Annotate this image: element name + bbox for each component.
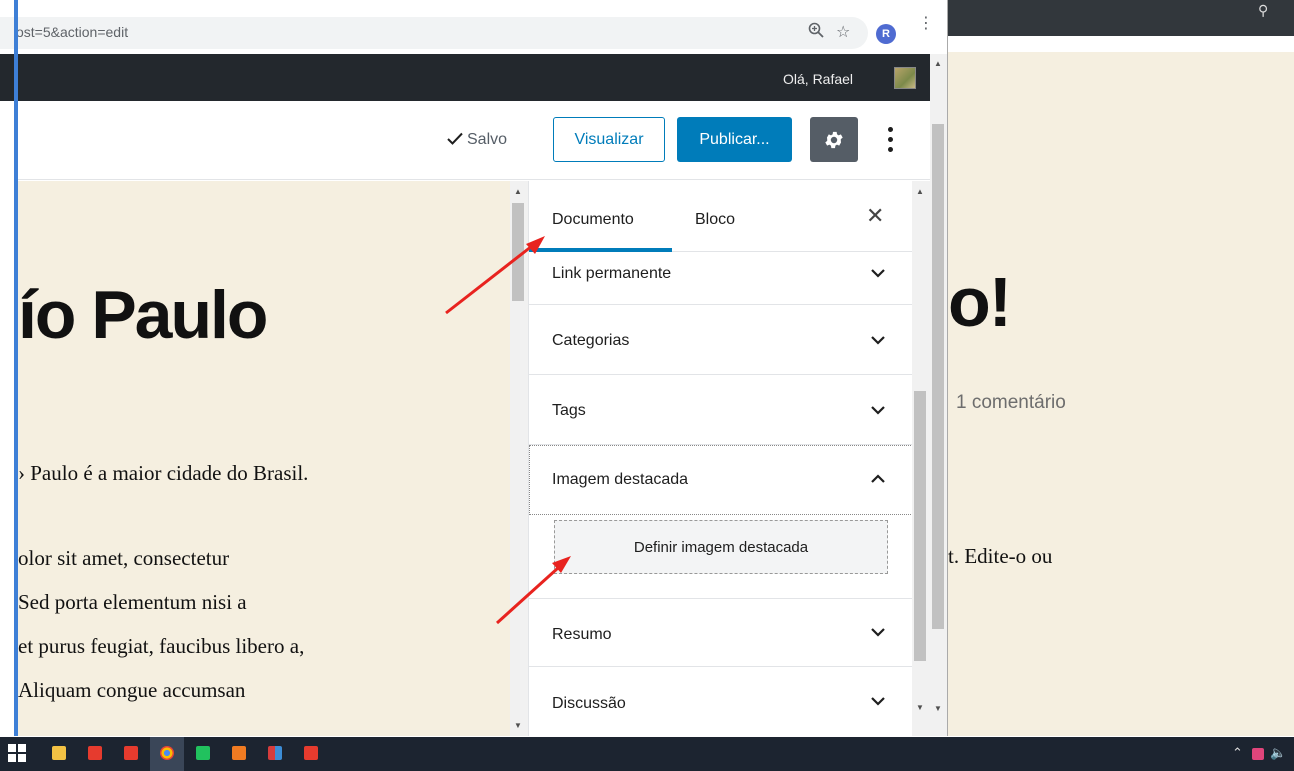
saved-label: Salvo (467, 131, 508, 148)
settings-sidebar: Documento Bloco ✕ Link permanente Catego… (528, 181, 912, 736)
preview-button[interactable]: Visualizar (553, 117, 665, 162)
paragraph-block[interactable]: et purus feugiat, faucibus libero a, (18, 634, 304, 659)
scroll-up-icon[interactable]: ▲ (514, 187, 522, 196)
url-text[interactable]: ost=5&action=edit (16, 24, 128, 40)
check-icon (447, 132, 463, 145)
sidebar-scrollbar[interactable]: ▲ ▼ (912, 181, 930, 736)
scrollbar-thumb[interactable] (512, 203, 524, 301)
panel-featured-image[interactable]: Imagem destacada (529, 445, 912, 515)
admin-greeting[interactable]: Olá, Rafael (783, 71, 853, 87)
gear-icon (825, 131, 843, 148)
panel-title[interactable]: Discussão (552, 695, 626, 713)
tray-app-icon[interactable] (1252, 748, 1264, 760)
set-featured-image-button[interactable]: Definir imagem destacada (554, 520, 888, 574)
scrollbar-thumb[interactable] (932, 124, 944, 629)
paragraph-block[interactable]: olor sit amet, consectetur (18, 546, 229, 571)
tray-expand-icon[interactable]: ⌃ (1232, 745, 1243, 761)
background-text: t. Edite-o ou (948, 544, 1053, 568)
scroll-up-icon[interactable]: ▲ (934, 59, 942, 68)
editor-canvas[interactable]: ío Paulo › Paulo é a maior cidade do Bra… (18, 181, 510, 736)
chevron-down-icon[interactable] (870, 265, 886, 281)
windows-start-icon[interactable] (8, 744, 26, 762)
paragraph-block[interactable]: Aliquam congue accumsan (18, 678, 245, 703)
browser-window: ost=5&action=edit ☆ R ⋮ Olá, Rafael Salv… (0, 0, 948, 736)
publish-button[interactable]: Publicar... (677, 117, 792, 162)
panel-discussion[interactable]: Discussão (529, 667, 912, 736)
panel-excerpt[interactable]: Resumo (529, 599, 912, 667)
scroll-down-icon[interactable]: ▼ (934, 704, 942, 713)
file-explorer-icon[interactable] (52, 746, 66, 760)
user-avatar[interactable] (894, 67, 916, 89)
chevron-up-icon[interactable] (870, 471, 886, 487)
taskbar-app-icon[interactable] (196, 746, 210, 760)
background-comment-count[interactable]: 1 comentário (956, 392, 1066, 414)
panel-categories[interactable]: Categorias (529, 305, 912, 375)
volume-icon[interactable]: 🔈 (1270, 745, 1286, 761)
zoom-icon[interactable] (808, 22, 824, 43)
taskbar-app-icon[interactable] (232, 746, 246, 760)
scroll-up-icon[interactable]: ▲ (916, 187, 924, 196)
zoom-icon: ⚲ (1258, 2, 1269, 18)
panel-title[interactable]: Tags (552, 402, 586, 420)
saved-status: Salvo (447, 131, 507, 149)
window-edge (14, 0, 18, 736)
chevron-down-icon[interactable] (870, 332, 886, 348)
paragraph-block[interactable]: › Paulo é a maior cidade do Brasil. (18, 461, 308, 486)
taskbar: ⌃ 🔈 (0, 737, 1294, 771)
address-bar[interactable] (0, 17, 868, 49)
sidebar-tabs: Documento Bloco ✕ (529, 181, 912, 252)
panel-title[interactable]: Imagem destacada (552, 471, 688, 489)
panel-title[interactable]: Link permanente (552, 265, 671, 283)
post-title[interactable]: ío Paulo (18, 276, 268, 354)
taskbar-app-icon[interactable] (124, 746, 138, 760)
chevron-down-icon[interactable] (870, 402, 886, 418)
panel-title[interactable]: Resumo (552, 626, 612, 644)
window-scrollbar[interactable]: ▲ ▼ (930, 54, 947, 736)
chevron-down-icon[interactable] (870, 693, 886, 709)
canvas-scrollbar[interactable]: ▲ ▼ (510, 181, 528, 736)
tab-document[interactable]: Documento (552, 211, 634, 229)
taskbar-app-icon[interactable] (268, 746, 282, 760)
panel-title[interactable]: Categorias (552, 332, 629, 350)
settings-button[interactable] (810, 117, 858, 162)
background-post-title: o! (948, 263, 1012, 341)
background-admin-bar (948, 0, 1294, 36)
more-options-button[interactable] (876, 121, 904, 159)
panel-permalink[interactable]: Link permanente (529, 252, 912, 305)
tab-block[interactable]: Bloco (695, 211, 735, 229)
taskbar-app-icon[interactable] (304, 746, 318, 760)
chrome-icon[interactable] (160, 746, 174, 760)
taskbar-app-icon[interactable] (88, 746, 102, 760)
scroll-down-icon[interactable]: ▼ (514, 721, 522, 730)
panel-tags[interactable]: Tags (529, 375, 912, 445)
browser-menu-icon[interactable]: ⋮ (918, 16, 934, 32)
chevron-down-icon[interactable] (870, 624, 886, 640)
scroll-down-icon[interactable]: ▼ (916, 703, 924, 712)
bookmark-star-icon[interactable]: ☆ (836, 22, 850, 42)
scrollbar-thumb[interactable] (914, 391, 926, 661)
profile-avatar[interactable]: R (876, 24, 896, 44)
close-icon[interactable]: ✕ (866, 203, 884, 229)
paragraph-block[interactable]: Sed porta elementum nisi a (18, 590, 247, 615)
